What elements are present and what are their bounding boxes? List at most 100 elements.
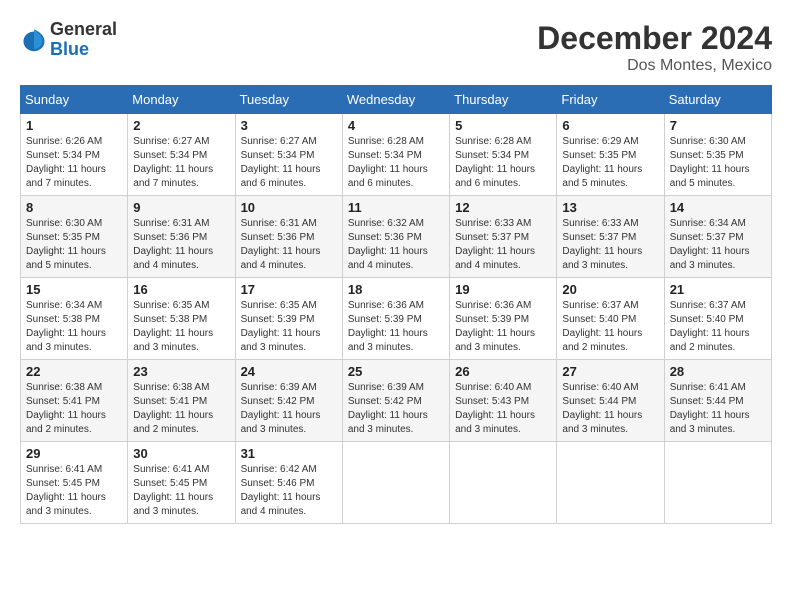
day-number: 11 — [348, 200, 444, 215]
calendar-day-cell: 24 Sunrise: 6:39 AM Sunset: 5:42 PM Dayl… — [235, 360, 342, 442]
day-info: Sunrise: 6:39 AM Sunset: 5:42 PM Dayligh… — [348, 381, 444, 437]
day-info: Sunrise: 6:36 AM Sunset: 5:39 PM Dayligh… — [348, 299, 444, 355]
calendar-day-cell: 27 Sunrise: 6:40 AM Sunset: 5:44 PM Dayl… — [557, 360, 664, 442]
day-of-week-header: Saturday — [664, 86, 771, 114]
calendar-day-cell: 22 Sunrise: 6:38 AM Sunset: 5:41 PM Dayl… — [21, 360, 128, 442]
day-info: Sunrise: 6:37 AM Sunset: 5:40 PM Dayligh… — [562, 299, 658, 355]
day-of-week-header: Friday — [557, 86, 664, 114]
day-info: Sunrise: 6:36 AM Sunset: 5:39 PM Dayligh… — [455, 299, 551, 355]
page-header: General Blue December 2024 Dos Montes, M… — [20, 20, 772, 75]
calendar-day-cell — [450, 442, 557, 524]
calendar-day-cell: 29 Sunrise: 6:41 AM Sunset: 5:45 PM Dayl… — [21, 442, 128, 524]
calendar-day-cell: 4 Sunrise: 6:28 AM Sunset: 5:34 PM Dayli… — [342, 114, 449, 196]
calendar-day-cell: 10 Sunrise: 6:31 AM Sunset: 5:36 PM Dayl… — [235, 196, 342, 278]
logo: General Blue — [20, 20, 117, 60]
calendar-day-cell: 26 Sunrise: 6:40 AM Sunset: 5:43 PM Dayl… — [450, 360, 557, 442]
day-number: 12 — [455, 200, 551, 215]
calendar-header-row: SundayMondayTuesdayWednesdayThursdayFrid… — [21, 86, 772, 114]
day-number: 16 — [133, 282, 229, 297]
calendar-day-cell: 31 Sunrise: 6:42 AM Sunset: 5:46 PM Dayl… — [235, 442, 342, 524]
day-number: 25 — [348, 364, 444, 379]
day-number: 9 — [133, 200, 229, 215]
calendar-week-row: 29 Sunrise: 6:41 AM Sunset: 5:45 PM Dayl… — [21, 442, 772, 524]
day-number: 20 — [562, 282, 658, 297]
day-number: 26 — [455, 364, 551, 379]
day-number: 29 — [26, 446, 122, 461]
calendar-day-cell: 6 Sunrise: 6:29 AM Sunset: 5:35 PM Dayli… — [557, 114, 664, 196]
calendar-day-cell: 13 Sunrise: 6:33 AM Sunset: 5:37 PM Dayl… — [557, 196, 664, 278]
title-block: December 2024 Dos Montes, Mexico — [537, 20, 772, 75]
day-number: 4 — [348, 118, 444, 133]
calendar-day-cell — [664, 442, 771, 524]
day-info: Sunrise: 6:38 AM Sunset: 5:41 PM Dayligh… — [26, 381, 122, 437]
day-info: Sunrise: 6:35 AM Sunset: 5:38 PM Dayligh… — [133, 299, 229, 355]
day-info: Sunrise: 6:40 AM Sunset: 5:44 PM Dayligh… — [562, 381, 658, 437]
location: Dos Montes, Mexico — [537, 57, 772, 75]
calendar-day-cell: 20 Sunrise: 6:37 AM Sunset: 5:40 PM Dayl… — [557, 278, 664, 360]
day-info: Sunrise: 6:37 AM Sunset: 5:40 PM Dayligh… — [670, 299, 766, 355]
day-info: Sunrise: 6:27 AM Sunset: 5:34 PM Dayligh… — [241, 135, 337, 191]
day-number: 28 — [670, 364, 766, 379]
calendar-day-cell: 1 Sunrise: 6:26 AM Sunset: 5:34 PM Dayli… — [21, 114, 128, 196]
day-number: 14 — [670, 200, 766, 215]
calendar-day-cell — [557, 442, 664, 524]
day-info: Sunrise: 6:27 AM Sunset: 5:34 PM Dayligh… — [133, 135, 229, 191]
day-number: 18 — [348, 282, 444, 297]
calendar-day-cell: 14 Sunrise: 6:34 AM Sunset: 5:37 PM Dayl… — [664, 196, 771, 278]
calendar-day-cell: 30 Sunrise: 6:41 AM Sunset: 5:45 PM Dayl… — [128, 442, 235, 524]
day-info: Sunrise: 6:40 AM Sunset: 5:43 PM Dayligh… — [455, 381, 551, 437]
day-number: 2 — [133, 118, 229, 133]
calendar-day-cell: 16 Sunrise: 6:35 AM Sunset: 5:38 PM Dayl… — [128, 278, 235, 360]
day-info: Sunrise: 6:42 AM Sunset: 5:46 PM Dayligh… — [241, 463, 337, 519]
day-number: 15 — [26, 282, 122, 297]
day-number: 23 — [133, 364, 229, 379]
day-info: Sunrise: 6:26 AM Sunset: 5:34 PM Dayligh… — [26, 135, 122, 191]
day-of-week-header: Wednesday — [342, 86, 449, 114]
calendar-day-cell: 12 Sunrise: 6:33 AM Sunset: 5:37 PM Dayl… — [450, 196, 557, 278]
calendar-day-cell: 25 Sunrise: 6:39 AM Sunset: 5:42 PM Dayl… — [342, 360, 449, 442]
calendar-table: SundayMondayTuesdayWednesdayThursdayFrid… — [20, 85, 772, 524]
day-info: Sunrise: 6:33 AM Sunset: 5:37 PM Dayligh… — [562, 217, 658, 273]
calendar-day-cell: 3 Sunrise: 6:27 AM Sunset: 5:34 PM Dayli… — [235, 114, 342, 196]
day-number: 24 — [241, 364, 337, 379]
day-number: 30 — [133, 446, 229, 461]
calendar-day-cell: 5 Sunrise: 6:28 AM Sunset: 5:34 PM Dayli… — [450, 114, 557, 196]
calendar-week-row: 15 Sunrise: 6:34 AM Sunset: 5:38 PM Dayl… — [21, 278, 772, 360]
day-info: Sunrise: 6:31 AM Sunset: 5:36 PM Dayligh… — [133, 217, 229, 273]
calendar-day-cell — [342, 442, 449, 524]
day-number: 5 — [455, 118, 551, 133]
day-info: Sunrise: 6:41 AM Sunset: 5:45 PM Dayligh… — [133, 463, 229, 519]
day-info: Sunrise: 6:38 AM Sunset: 5:41 PM Dayligh… — [133, 381, 229, 437]
day-number: 13 — [562, 200, 658, 215]
calendar-day-cell: 8 Sunrise: 6:30 AM Sunset: 5:35 PM Dayli… — [21, 196, 128, 278]
day-number: 10 — [241, 200, 337, 215]
logo-icon — [20, 26, 48, 54]
day-number: 3 — [241, 118, 337, 133]
day-info: Sunrise: 6:35 AM Sunset: 5:39 PM Dayligh… — [241, 299, 337, 355]
calendar-day-cell: 19 Sunrise: 6:36 AM Sunset: 5:39 PM Dayl… — [450, 278, 557, 360]
day-info: Sunrise: 6:30 AM Sunset: 5:35 PM Dayligh… — [26, 217, 122, 273]
day-info: Sunrise: 6:34 AM Sunset: 5:38 PM Dayligh… — [26, 299, 122, 355]
day-number: 31 — [241, 446, 337, 461]
day-number: 7 — [670, 118, 766, 133]
day-of-week-header: Thursday — [450, 86, 557, 114]
calendar-day-cell: 21 Sunrise: 6:37 AM Sunset: 5:40 PM Dayl… — [664, 278, 771, 360]
day-info: Sunrise: 6:33 AM Sunset: 5:37 PM Dayligh… — [455, 217, 551, 273]
day-number: 6 — [562, 118, 658, 133]
calendar-day-cell: 28 Sunrise: 6:41 AM Sunset: 5:44 PM Dayl… — [664, 360, 771, 442]
day-info: Sunrise: 6:31 AM Sunset: 5:36 PM Dayligh… — [241, 217, 337, 273]
calendar-day-cell: 7 Sunrise: 6:30 AM Sunset: 5:35 PM Dayli… — [664, 114, 771, 196]
calendar-day-cell: 11 Sunrise: 6:32 AM Sunset: 5:36 PM Dayl… — [342, 196, 449, 278]
calendar-day-cell: 2 Sunrise: 6:27 AM Sunset: 5:34 PM Dayli… — [128, 114, 235, 196]
month-title: December 2024 — [537, 20, 772, 57]
day-info: Sunrise: 6:34 AM Sunset: 5:37 PM Dayligh… — [670, 217, 766, 273]
day-info: Sunrise: 6:32 AM Sunset: 5:36 PM Dayligh… — [348, 217, 444, 273]
day-of-week-header: Sunday — [21, 86, 128, 114]
calendar-week-row: 22 Sunrise: 6:38 AM Sunset: 5:41 PM Dayl… — [21, 360, 772, 442]
day-info: Sunrise: 6:29 AM Sunset: 5:35 PM Dayligh… — [562, 135, 658, 191]
day-number: 22 — [26, 364, 122, 379]
calendar-week-row: 1 Sunrise: 6:26 AM Sunset: 5:34 PM Dayli… — [21, 114, 772, 196]
day-info: Sunrise: 6:41 AM Sunset: 5:44 PM Dayligh… — [670, 381, 766, 437]
day-number: 21 — [670, 282, 766, 297]
day-info: Sunrise: 6:28 AM Sunset: 5:34 PM Dayligh… — [348, 135, 444, 191]
